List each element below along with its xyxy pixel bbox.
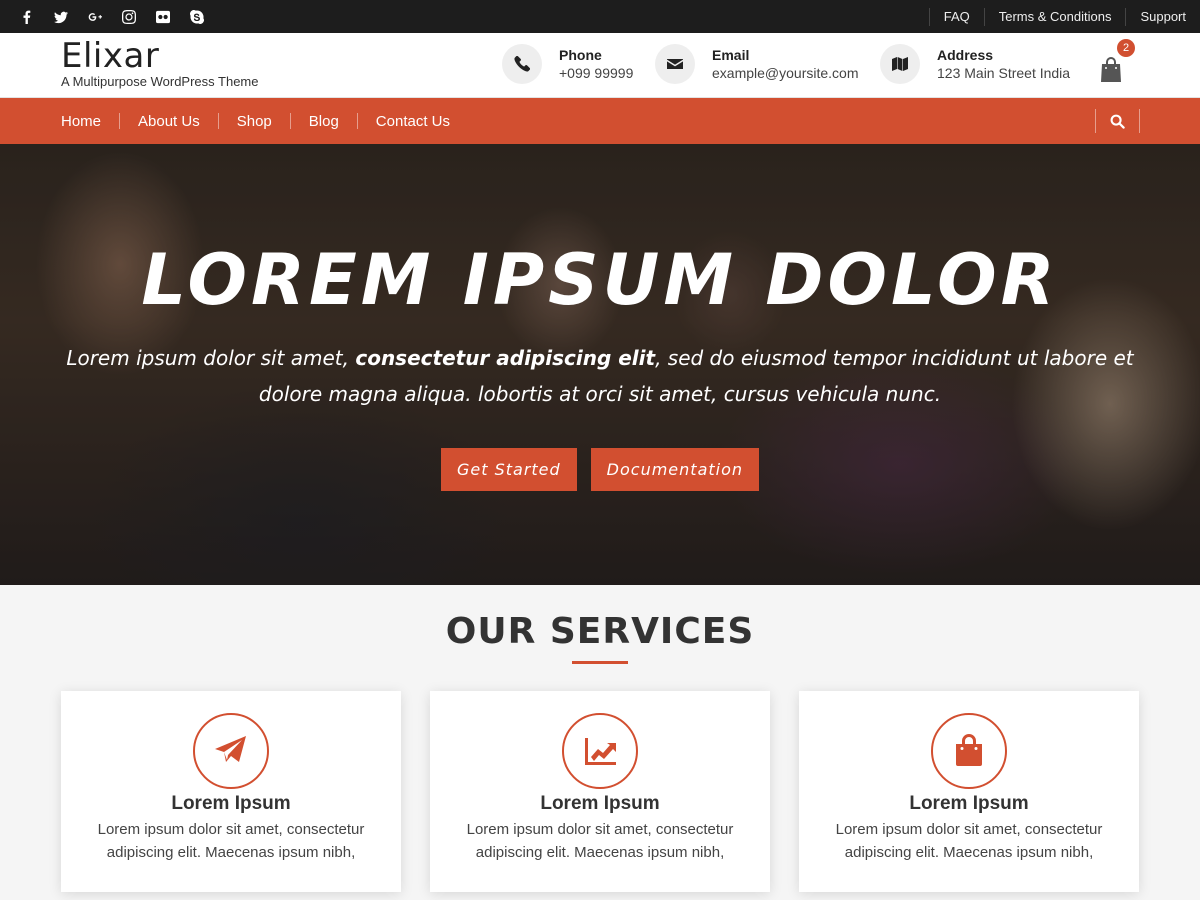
service-title: Lorem Ipsum <box>909 793 1029 814</box>
paper-plane-icon <box>193 713 269 789</box>
hero-banner: LOREM IPSUM DOLOR Lorem ipsum dolor sit … <box>0 144 1200 585</box>
service-description: Lorem ipsum dolor sit amet, consectetur … <box>466 821 734 861</box>
nav-item-about[interactable]: About Us <box>138 113 200 130</box>
nav-divider <box>356 113 358 129</box>
nav-divider <box>217 113 219 129</box>
shopping-bag-icon <box>1101 57 1121 82</box>
services-heading: OUR SERVICES <box>445 611 755 652</box>
phone-value: +099 99999 <box>559 65 634 81</box>
search-icon <box>1110 114 1125 129</box>
top-bar: FAQ Terms & Conditions Support <box>0 0 1200 33</box>
site-tagline: A Multipurpose WordPress Theme <box>61 74 259 89</box>
nav-item-shop[interactable]: Shop <box>237 113 272 130</box>
site-logo[interactable]: Elixar <box>61 36 159 76</box>
faq-link[interactable]: FAQ <box>928 7 984 26</box>
documentation-button[interactable]: Documentation <box>590 448 760 491</box>
skype-icon[interactable] <box>180 0 214 33</box>
service-card: Lorem Ipsum Lorem ipsum dolor sit amet, … <box>430 691 770 892</box>
terms-link[interactable]: Terms & Conditions <box>983 7 1126 26</box>
instagram-icon[interactable] <box>112 0 146 33</box>
get-started-button[interactable]: Get Started <box>440 448 577 491</box>
envelope-icon <box>655 44 695 84</box>
top-links: FAQ Terms & Conditions Support <box>928 0 1200 33</box>
nav-divider <box>119 113 121 129</box>
nav-divider <box>289 113 291 129</box>
search-button[interactable] <box>1095 109 1140 133</box>
service-title: Lorem Ipsum <box>171 793 291 814</box>
service-card: Lorem Ipsum Lorem ipsum dolor sit amet, … <box>61 691 401 892</box>
shopping-bag-icon <box>931 713 1007 789</box>
twitter-icon[interactable] <box>44 0 78 33</box>
social-links <box>10 0 214 33</box>
email-info: Email example@yoursite.com <box>655 44 859 84</box>
address-info: Address 123 Main Street India <box>880 44 1070 84</box>
google-plus-icon[interactable] <box>78 0 112 33</box>
hero-title: LOREM IPSUM DOLOR <box>141 239 1059 321</box>
main-nav: Home About Us Shop Blog Contact Us <box>0 98 1200 144</box>
support-link[interactable]: Support <box>1125 7 1200 26</box>
service-title: Lorem Ipsum <box>540 793 660 814</box>
email-label: Email <box>712 47 750 63</box>
hero-subtitle: Lorem ipsum dolor sit amet, consectetur … <box>66 346 1134 406</box>
service-card: Lorem Ipsum Lorem ipsum dolor sit amet, … <box>799 691 1139 892</box>
phone-info: Phone +099 99999 <box>502 44 633 84</box>
service-description: Lorem ipsum dolor sit amet, consectetur … <box>835 821 1103 861</box>
phone-icon <box>502 44 542 84</box>
heading-underline <box>572 661 628 664</box>
phone-label: Phone <box>559 47 602 63</box>
address-value: 123 Main Street India <box>937 65 1071 81</box>
service-description: Lorem ipsum dolor sit amet, consectetur … <box>97 821 365 861</box>
address-label: Address <box>937 47 994 63</box>
site-header: Elixar A Multipurpose WordPress Theme Ph… <box>0 33 1200 98</box>
line-chart-icon <box>562 713 638 789</box>
facebook-icon[interactable] <box>10 0 44 33</box>
cart-count-badge: 2 <box>1117 39 1135 57</box>
flickr-icon[interactable] <box>146 0 180 33</box>
map-icon <box>880 44 920 84</box>
email-value: example@yoursite.com <box>712 65 859 81</box>
cart-button[interactable] <box>1099 53 1125 83</box>
nav-item-contact[interactable]: Contact Us <box>376 113 450 130</box>
nav-item-blog[interactable]: Blog <box>309 113 339 130</box>
nav-item-home[interactable]: Home <box>61 113 101 130</box>
